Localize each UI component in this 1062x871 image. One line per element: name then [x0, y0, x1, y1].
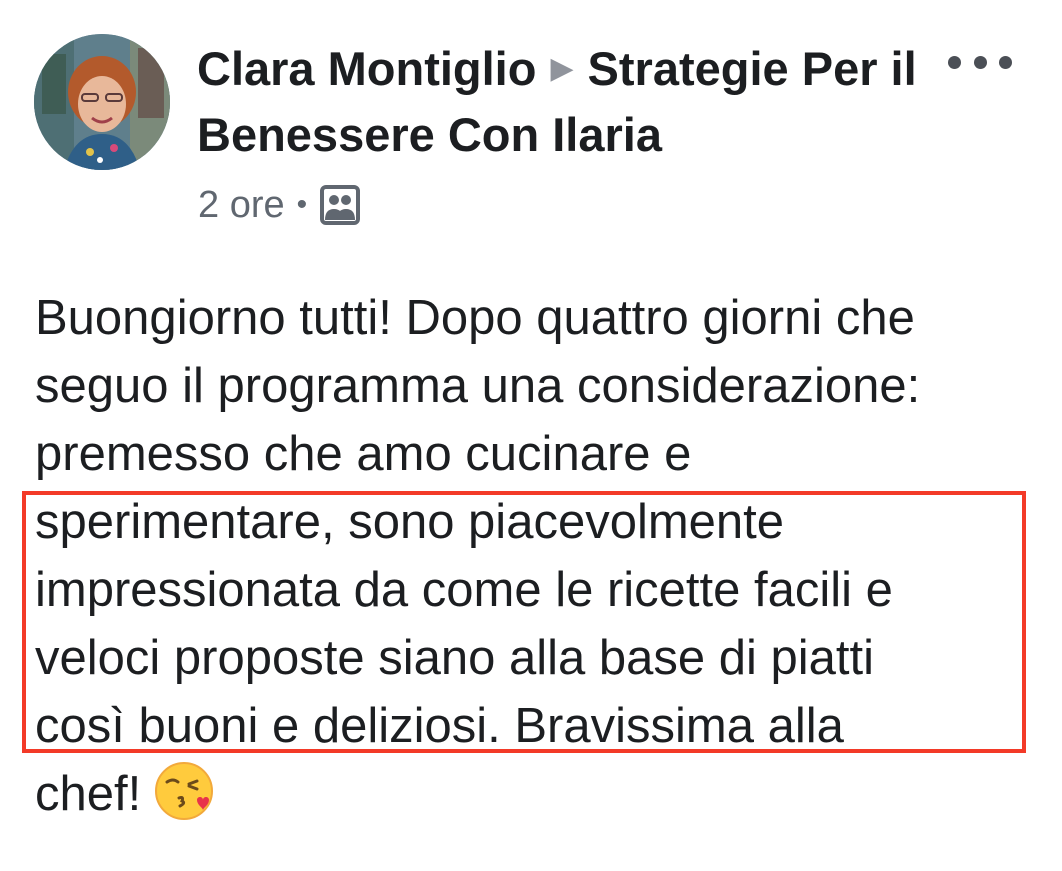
post-text-line: premesso che amo cucinare e — [35, 427, 692, 481]
more-options-button[interactable] — [948, 44, 1012, 80]
meta-separator: • — [296, 188, 308, 221]
author-name[interactable]: Clara Montiglio — [197, 42, 536, 95]
post-text-line: seguo il programma una considerazione: — [35, 359, 921, 413]
more-dot-icon — [999, 55, 1012, 69]
post-header-title: Clara Montiglio ▶ Strategie Per il Benesse… — [197, 38, 917, 166]
post-timestamp[interactable]: 2 ore — [198, 184, 285, 227]
more-dot-icon — [948, 55, 961, 69]
post-text-line: chef! — [35, 767, 142, 821]
post-text-line: sperimentare, sono piacevolmente — [35, 495, 785, 549]
group-audience-icon[interactable] — [319, 184, 361, 226]
more-dot-icon — [973, 55, 987, 69]
arrow-right-icon: ▶ — [550, 51, 574, 85]
post-body: Buongiorno tutti! Dopo quattro giorni ch… — [35, 284, 1035, 828]
post-text-line: impressionata da come le ricette facili … — [35, 563, 893, 617]
avatar[interactable] — [34, 34, 170, 170]
post-text-line: Buongiorno tutti! Dopo quattro giorni ch… — [35, 291, 915, 345]
post-text-line: veloci proposte siano alla base di piatt… — [35, 631, 874, 685]
post-text-line: così buoni e deliziosi. Bravissima alla — [35, 699, 844, 753]
kissing-face-with-heart-emoji — [153, 760, 215, 822]
post-meta: 2 ore • — [198, 180, 361, 230]
avatar-photo — [34, 34, 170, 170]
